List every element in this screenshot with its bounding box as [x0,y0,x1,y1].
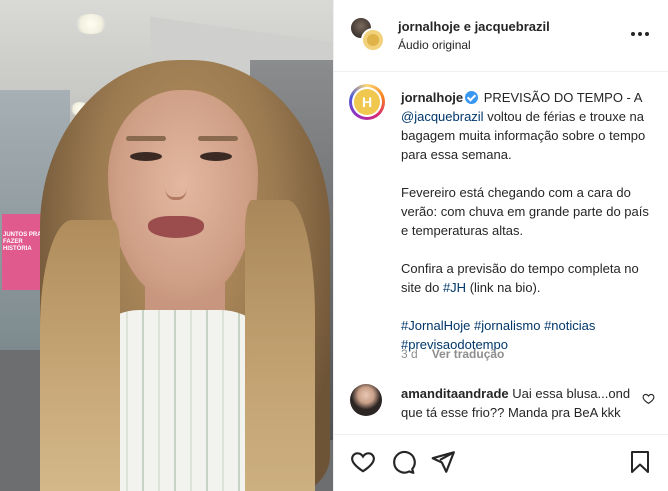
collab-usernames[interactable]: jornalhoje e jacquebrazil [398,19,550,34]
avatar-jornalhoje[interactable] [361,28,385,52]
presenter-hair-left [40,220,120,491]
translate-link[interactable]: Ver tradução [432,347,505,361]
mention-link[interactable]: @jacquebrazil [401,109,484,124]
caption-meta: 3 d Ver tradução [401,347,504,361]
post-video[interactable]: JUNTOS PRA FAZER HISTÓRIA [0,0,333,491]
post-header: jornalhoje e jacquebrazil Áudio original [334,0,668,72]
post-caption: H jornalhoje PREVISÃO DO TEMPO - A @jacq… [334,72,668,374]
caption-line1: PREVISÃO DO TEMPO - A [483,90,642,105]
comment-icon[interactable] [390,449,416,475]
presenter-hair-right [245,200,315,491]
comment-username[interactable]: amanditaandrade [401,386,509,401]
comment-text: amanditaandrade Uai essa blusa...ond que… [401,384,636,422]
post-age: 3 d [401,347,418,361]
verified-icon [465,91,479,104]
poster-text: JUNTOS PRA FAZER HISTÓRIA [3,232,42,252]
heart-icon[interactable] [350,449,376,475]
more-icon[interactable] [631,26,651,42]
comment-avatar[interactable] [350,384,382,416]
comment-like-icon[interactable] [642,392,655,405]
presenter-eye [130,152,162,161]
caption-username[interactable]: jornalhoje [401,90,463,105]
presenter-brow [198,136,238,141]
ceiling-light [74,14,108,34]
presenter-mouth [148,216,204,238]
hashtag-link[interactable]: #JH [443,280,466,295]
post-sidebar: jornalhoje e jacquebrazil Áudio original… [333,0,668,491]
bookmark-icon[interactable] [628,449,652,475]
collab-avatars[interactable] [349,16,387,54]
presenter-eye [200,152,232,161]
comment-item: amanditaandrade Uai essa blusa...ond que… [334,374,668,434]
caption-text: jornalhoje PREVISÃO DO TEMPO - A @jacque… [401,88,651,354]
caption-paragraph-3: Confira a previsão do tempo completa no … [401,259,651,297]
audio-link[interactable]: Áudio original [398,38,471,52]
caption-paragraph-2: Fevereiro está chegando com a cara do ve… [401,185,649,238]
presenter-brow [126,136,166,141]
caption-avatar[interactable]: H [349,84,385,120]
instagram-post-view: JUNTOS PRA FAZER HISTÓRIA jornalhoje e j… [0,0,668,491]
presenter-nose [165,170,187,200]
caption-para3b: (link na bio). [469,280,541,295]
post-actions [334,434,668,491]
share-icon[interactable] [430,449,456,475]
